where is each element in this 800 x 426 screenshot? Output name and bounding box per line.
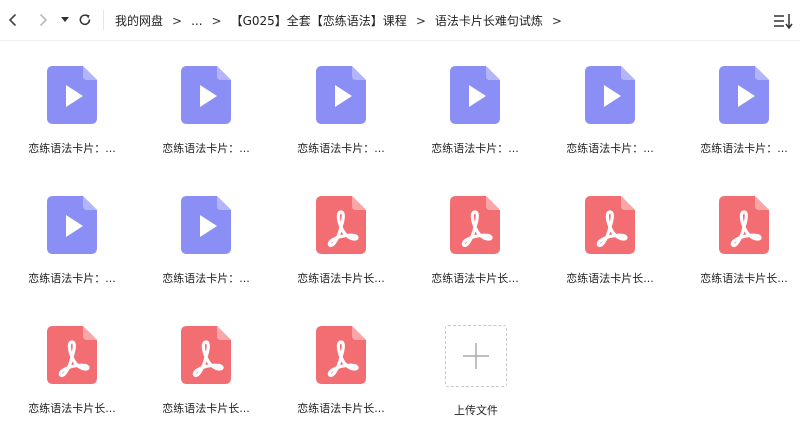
pdf-file-icon [450, 196, 500, 254]
pdf-file-item[interactable]: 恋练语法卡片长... [0, 301, 134, 421]
upload-button[interactable] [445, 325, 507, 387]
file-name: 恋练语法卡片：... [28, 272, 116, 285]
video-file-icon [181, 196, 231, 254]
sort-button[interactable] [772, 10, 794, 32]
file-name: 恋练语法卡片：... [162, 142, 250, 155]
caret-down-icon [61, 17, 69, 22]
video-file-icon [719, 66, 769, 124]
breadcrumb-item-my-drive[interactable]: 我的网盘 [115, 12, 163, 29]
plus-icon [463, 343, 489, 369]
video-file-icon [316, 66, 366, 124]
video-file-item[interactable]: 恋练语法卡片：... [0, 171, 134, 291]
file-name: 恋练语法卡片长... [297, 272, 385, 285]
toolbar: 我的网盘 > ... > 【G025】全套【恋练语法】课程 > 语法卡片长难句试… [0, 0, 800, 41]
file-name: 恋练语法卡片长... [28, 402, 116, 415]
breadcrumb-item-course[interactable]: 【G025】全套【恋练语法】课程 [231, 12, 407, 29]
pdf-file-icon [585, 196, 635, 254]
pdf-file-item[interactable]: 恋练语法卡片长... [134, 301, 268, 421]
video-file-icon [450, 66, 500, 124]
pdf-file-item[interactable]: 恋练语法卡片长... [403, 171, 537, 291]
file-grid: 恋练语法卡片：... 恋练语法卡片：... 恋练语法卡片：... 恋练语法卡片：...… [0, 41, 800, 426]
pdf-file-item[interactable]: 恋练语法卡片长... [672, 171, 800, 291]
back-button[interactable] [4, 8, 22, 32]
file-name: 恋练语法卡片：... [431, 142, 519, 155]
file-name: 恋练语法卡片：... [297, 142, 385, 155]
pdf-file-item[interactable]: 恋练语法卡片长... [269, 171, 403, 291]
pdf-file-icon [316, 196, 366, 254]
video-file-item[interactable]: 恋练语法卡片：... [538, 41, 672, 161]
breadcrumb-separator: > [172, 13, 183, 28]
pdf-file-item[interactable]: 恋练语法卡片长... [538, 171, 672, 291]
file-name: 恋练语法卡片：... [566, 142, 654, 155]
video-file-icon [181, 66, 231, 124]
history-dropdown-button[interactable] [58, 8, 72, 32]
file-name: 恋练语法卡片长... [162, 402, 250, 415]
refresh-button[interactable] [76, 8, 94, 32]
file-name: 恋练语法卡片长... [566, 272, 654, 285]
file-name: 恋练语法卡片长... [431, 272, 519, 285]
chevron-left-icon [8, 13, 17, 27]
video-file-item[interactable]: 恋练语法卡片：... [269, 41, 403, 161]
pdf-file-icon [719, 196, 769, 254]
pdf-file-item[interactable]: 恋练语法卡片长... [269, 301, 403, 421]
breadcrumb: 我的网盘 > ... > 【G025】全套【恋练语法】课程 > 语法卡片长难句试… [115, 0, 571, 41]
breadcrumb-separator: > [211, 13, 222, 28]
video-file-item[interactable]: 恋练语法卡片：... [672, 41, 800, 161]
video-file-item[interactable]: 恋练语法卡片：... [134, 171, 268, 291]
chevron-right-icon [39, 13, 48, 27]
breadcrumb-separator: > [551, 13, 562, 28]
sort-icon [774, 14, 793, 30]
file-name: 恋练语法卡片长... [297, 402, 385, 415]
file-name: 恋练语法卡片：... [28, 142, 116, 155]
video-file-icon [47, 66, 97, 124]
toolbar-divider [103, 10, 104, 30]
video-file-item[interactable]: 恋练语法卡片：... [0, 41, 134, 161]
refresh-icon [79, 14, 91, 26]
breadcrumb-item-current[interactable]: 语法卡片长难句试炼 [435, 12, 543, 29]
file-name: 恋练语法卡片长... [700, 272, 788, 285]
file-name: 恋练语法卡片：... [700, 142, 788, 155]
video-file-item[interactable]: 恋练语法卡片：... [134, 41, 268, 161]
upload-label: 上传文件 [454, 404, 498, 417]
breadcrumb-item-ellipsis[interactable]: ... [191, 14, 202, 28]
video-file-item[interactable]: 恋练语法卡片：... [403, 41, 537, 161]
video-file-icon [47, 196, 97, 254]
pdf-file-icon [47, 326, 97, 384]
forward-button[interactable] [34, 8, 52, 32]
video-file-icon [585, 66, 635, 124]
pdf-file-icon [316, 326, 366, 384]
file-name: 恋练语法卡片：... [162, 272, 250, 285]
pdf-file-icon [181, 326, 231, 384]
breadcrumb-separator: > [415, 13, 426, 28]
